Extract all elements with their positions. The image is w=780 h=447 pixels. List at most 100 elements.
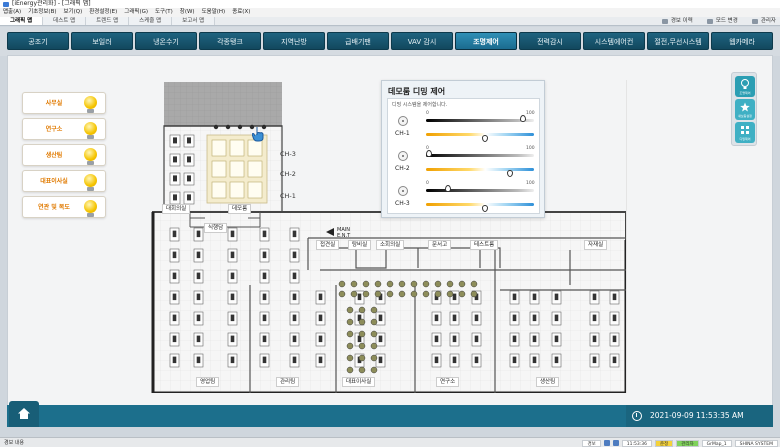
brightness-knob[interactable] <box>520 115 527 122</box>
status-time: 11:53:36 <box>621 439 652 447</box>
color-temp-slider[interactable] <box>426 168 534 171</box>
power-icon[interactable] <box>398 116 408 126</box>
power-icon[interactable] <box>398 186 408 196</box>
desk-monitor <box>196 335 201 343</box>
desk-monitor <box>262 314 267 322</box>
round-table <box>398 280 406 288</box>
mode-change-button[interactable]: 모드 변경 <box>706 17 738 26</box>
desk-monitor <box>512 314 517 322</box>
color-temp-knob[interactable] <box>482 205 489 212</box>
bulb-icon <box>741 79 749 89</box>
desk-monitor <box>262 335 267 343</box>
app-icon <box>3 1 9 7</box>
side-tool-panel: 조명제어 새보등설정 디밍제어 <box>731 72 757 146</box>
nav-vav[interactable]: VAV 감시 <box>391 32 453 50</box>
menu-item[interactable]: 도구(T) <box>155 8 173 17</box>
power-icon[interactable] <box>398 151 408 161</box>
tab-schedule-map[interactable]: 스케줄 맵 <box>129 17 173 25</box>
tab-graphic-map[interactable]: 그래픽 맵 <box>0 17 44 25</box>
desk-monitor <box>612 356 617 364</box>
light-bulb-icon <box>84 122 97 135</box>
desk-monitor <box>262 230 267 238</box>
tab-test-map[interactable]: 데스트 맵 <box>43 17 87 25</box>
room-label: 연관 및 복도 <box>38 204 70 211</box>
round-table <box>362 280 370 288</box>
nav-power[interactable]: 전력감시 <box>519 32 581 50</box>
round-table <box>346 330 354 338</box>
round-table <box>434 290 442 298</box>
room-label: 사무실 <box>45 100 63 107</box>
nav-boiler[interactable]: 보일러 <box>71 32 133 50</box>
menu-item[interactable]: 도움말(H) <box>202 8 226 17</box>
channel-name: CH-3 <box>395 200 410 207</box>
nav-district-heating[interactable]: 지역난방 <box>263 32 325 50</box>
room-meeting-label: 대회의실 <box>162 204 191 214</box>
brightness-knob[interactable] <box>426 150 433 157</box>
side-scene-button[interactable]: 새보등설정 <box>735 99 755 120</box>
brightness-slider[interactable] <box>426 119 534 122</box>
round-table <box>370 330 378 338</box>
menu-item[interactable]: 맵출(A) <box>3 8 21 17</box>
round-table <box>358 342 366 350</box>
side-dimming-button[interactable]: 디밍제어 <box>735 122 755 143</box>
round-table <box>358 366 366 374</box>
light-bulb-icon <box>84 148 97 161</box>
brightness-slider[interactable] <box>426 154 534 157</box>
color-temp-knob[interactable] <box>507 170 514 177</box>
demo-light-panel <box>247 181 263 199</box>
status-bar: 경보 내용 경보 11:53:36 준정 관리자 GrMap_1 SHINA S… <box>0 437 780 447</box>
main-entrance-line2: E.N.T <box>337 233 351 239</box>
tab-report-map[interactable]: 보고서 맵 <box>172 17 216 25</box>
round-table <box>338 290 346 298</box>
desk-monitor <box>532 335 537 343</box>
scale-max: 100 <box>526 181 535 186</box>
round-table <box>346 366 354 374</box>
brightness-slider[interactable] <box>426 189 534 192</box>
round-table <box>346 318 354 326</box>
alarm-history-button[interactable]: 경보 이력 <box>661 17 693 26</box>
menu-item[interactable]: 그래픽(G) <box>124 8 148 17</box>
nav-lighting[interactable]: 조명제어 <box>455 32 517 50</box>
brightness-knob[interactable] <box>444 185 451 192</box>
room-button-production[interactable]: 생산팀 <box>22 144 106 166</box>
menu-item[interactable]: 보기(Q) <box>64 8 83 17</box>
desk-monitor <box>378 314 383 322</box>
round-table <box>358 330 366 338</box>
nav-tanks[interactable]: 각종탱크 <box>199 32 261 50</box>
tab-trend-map[interactable]: 트렌드 맵 <box>86 17 130 25</box>
nav-chiller[interactable]: 냉온수기 <box>135 32 197 50</box>
nav-system-aircon[interactable]: 시스템에어컨 <box>583 32 645 50</box>
room-button-hallway[interactable]: 연관 및 복도 <box>22 196 106 218</box>
desk-monitor <box>187 175 191 182</box>
nav-fans[interactable]: 급배기팬 <box>327 32 389 50</box>
menu-item[interactable]: 기초정보(B) <box>28 8 56 17</box>
status-mode: 준정 <box>654 439 674 447</box>
room-button-research[interactable]: 연구소 <box>22 118 106 140</box>
menu-item[interactable]: 종료(X) <box>232 8 250 17</box>
round-table <box>410 290 418 298</box>
desk-monitor <box>292 251 297 259</box>
desk-monitor <box>230 293 235 301</box>
round-table <box>346 354 354 362</box>
home-button[interactable] <box>9 401 39 427</box>
nav-webcam[interactable]: 웹카메라 <box>711 32 773 50</box>
desk-monitor <box>262 293 267 301</box>
color-temp-knob[interactable] <box>482 135 489 142</box>
menu-item[interactable]: 환경설정(E) <box>89 8 117 17</box>
nav-ahu[interactable]: 공조기 <box>7 32 69 50</box>
side-lighting-button[interactable]: 조명제어 <box>735 76 755 97</box>
room-label: 생산팀 <box>45 152 63 159</box>
nav-wireless[interactable]: 절전,무선시스템 <box>647 32 709 50</box>
room-button-office[interactable]: 사무실 <box>22 92 106 114</box>
admin-label: 관리자 <box>760 18 776 24</box>
room-button-ceo[interactable]: 대표이사실 <box>22 170 106 192</box>
color-temp-slider[interactable] <box>426 203 534 206</box>
bulb-base <box>87 213 94 217</box>
admin-button[interactable]: 관리자 <box>751 17 776 26</box>
round-table <box>386 290 394 298</box>
scale-max: 100 <box>526 146 535 151</box>
room-light-list: 사무실 연구소 생산팀 대표이사실 연관 및 복도 <box>22 92 106 218</box>
menu-item[interactable]: 창(W) <box>180 8 195 17</box>
color-temp-slider[interactable] <box>426 133 534 136</box>
dimming-body: 디밍 시스템을 제어합니다. CH-1 0 100 CH-2 0 100 CH-… <box>387 98 540 214</box>
